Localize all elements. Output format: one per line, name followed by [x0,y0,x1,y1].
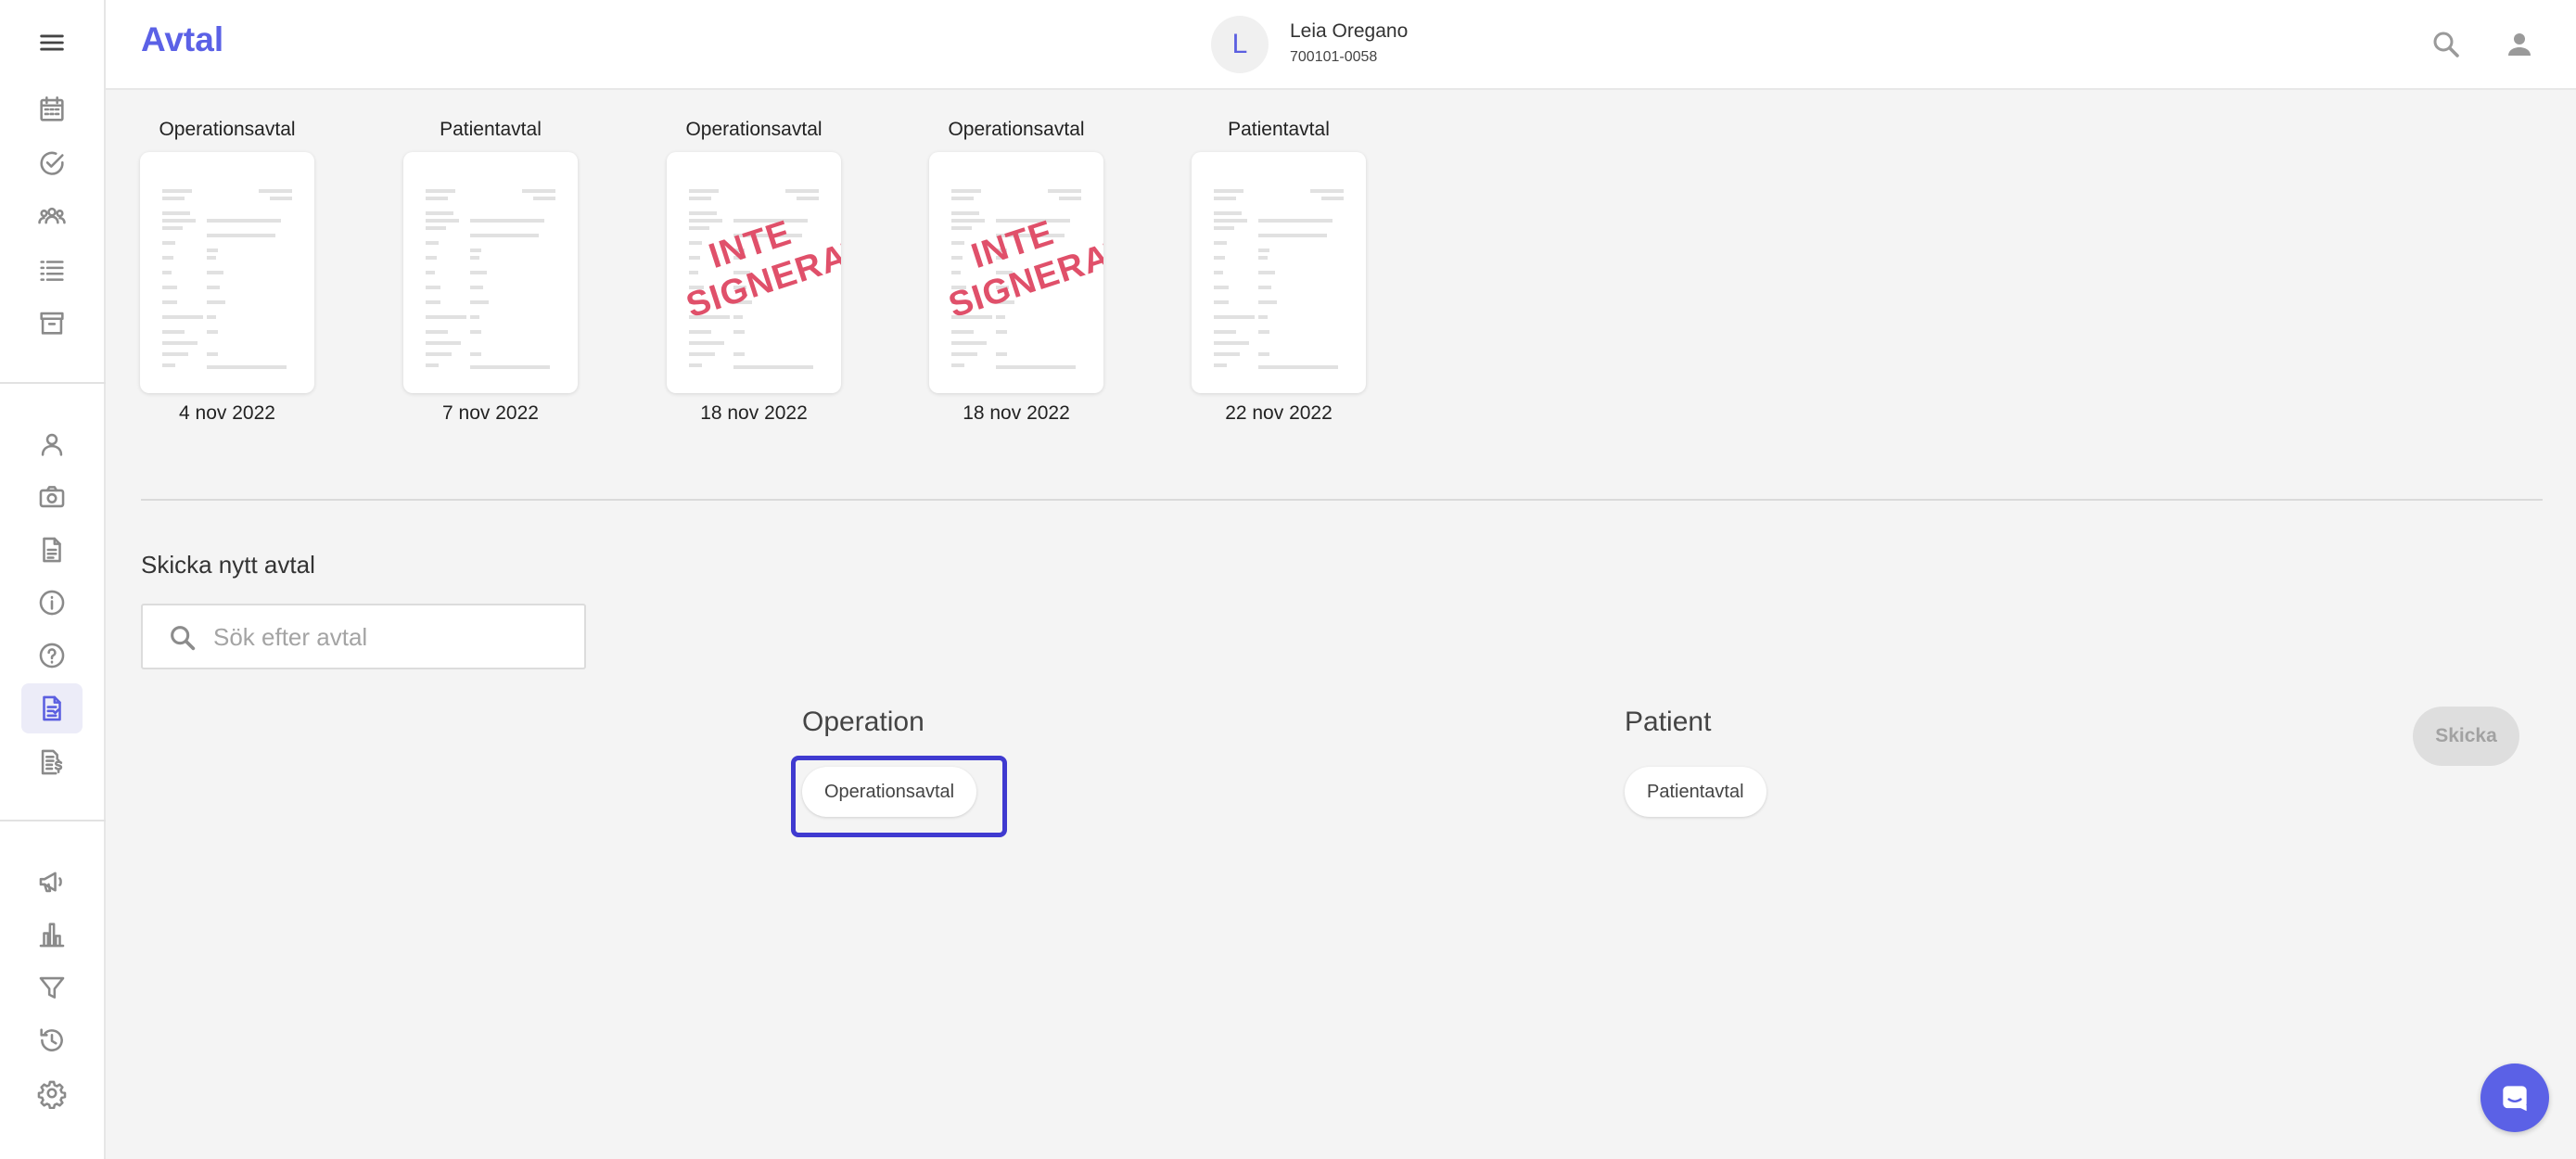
camera-icon[interactable] [21,472,83,522]
document-preview-lines [426,189,555,369]
document-item: Operationsavtal 4 nov 2022 [139,115,315,430]
document-label: Operationsavtal [685,119,823,140]
sidebar-divider [0,820,106,821]
group-title-patient: Patient [1625,707,1712,737]
document-label: Patientavtal [1228,119,1330,140]
chip-operationsavtal[interactable]: Operationsavtal [802,767,977,817]
search-box [141,604,586,669]
section-divider [141,499,2543,501]
sidebar-divider [0,382,106,384]
top-bar: Avtal L Leia Oregano 700101-0058 [106,0,2576,90]
search-icon[interactable] [2426,24,2467,65]
document-thumbnail[interactable]: INTE SIGNERAT [667,152,841,393]
document-item: Operationsavtal INTE SIGNERAT 18 nov 2022 [666,115,842,430]
document-item: Patientavtal 7 nov 2022 [402,115,579,430]
calendar-icon[interactable] [21,84,83,134]
patient-id: 700101-0058 [1290,49,1378,65]
account-icon[interactable] [2499,24,2540,65]
document-date: 18 nov 2022 [700,402,808,424]
contract-icon[interactable] [21,683,83,733]
search-input[interactable] [213,615,575,659]
search-icon [171,626,196,651]
document-preview-lines [1214,189,1344,369]
document-thumbnail[interactable]: INTE SIGNERAT [929,152,1103,393]
group-icon[interactable] [21,191,83,241]
help-icon[interactable] [21,630,83,681]
bar-chart-icon[interactable] [21,910,83,960]
document-label: Operationsavtal [948,119,1085,140]
document-date: 7 nov 2022 [442,402,539,424]
document-thumbnail[interactable] [140,152,314,393]
document-label: Patientavtal [440,119,542,140]
patient-name: Leia Oregano [1290,20,1409,42]
settings-icon[interactable] [21,1068,83,1118]
info-icon[interactable] [21,578,83,628]
chip-patientavtal[interactable]: Patientavtal [1625,767,1766,817]
document-preview-lines [162,189,292,369]
megaphone-icon[interactable] [21,857,83,907]
section-title: Skicka nytt avtal [141,551,315,579]
document-label: Operationsavtal [159,119,296,140]
document-date: 22 nov 2022 [1225,402,1333,424]
chat-button[interactable] [2480,1063,2549,1132]
filter-icon[interactable] [21,962,83,1013]
sidebar [0,0,106,1159]
person-icon[interactable] [21,419,83,469]
document-item: Operationsavtal INTE SIGNERAT 18 nov 2022 [928,115,1104,430]
send-button[interactable]: Skicka [2413,707,2519,766]
history-icon[interactable] [21,1015,83,1065]
document-thumbnail[interactable] [1192,152,1366,393]
archive-icon[interactable] [21,298,83,348]
avatar[interactable]: L [1211,16,1269,73]
document-date: 18 nov 2022 [963,402,1070,424]
page-title: Avtal [141,20,224,58]
document-item: Patientavtal 22 nov 2022 [1191,115,1367,430]
group-title-operation: Operation [802,707,925,737]
invoice-icon[interactable] [21,737,83,787]
document-thumbnail[interactable] [403,152,578,393]
list-icon[interactable] [21,245,83,295]
chat-icon [2503,1086,2527,1112]
document-date: 4 nov 2022 [179,402,275,424]
menu-icon[interactable] [21,18,83,68]
document-icon[interactable] [21,525,83,575]
check-circle-icon[interactable] [21,138,83,188]
